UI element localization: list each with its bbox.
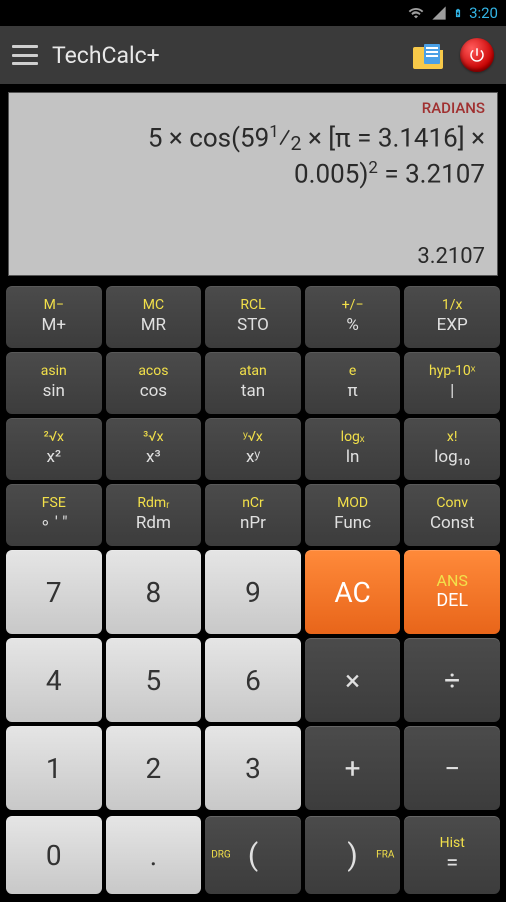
key-decimal[interactable]: . [106,816,202,894]
key-close-paren[interactable]: )FRA [305,816,401,894]
key-sto[interactable]: RCLSTO [205,286,301,348]
key-pi[interactable]: eπ [305,352,401,414]
folder-icon[interactable] [412,39,446,71]
key-divide[interactable]: ÷ [404,638,500,722]
key-sin[interactable]: asinsin [6,352,102,414]
key-5[interactable]: 5 [106,638,202,722]
result: 3.2107 [417,244,485,269]
clock: 3:20 [469,4,498,22]
key-func[interactable]: MODFunc [305,484,401,546]
power-icon[interactable] [460,38,494,72]
key-0[interactable]: 0 [6,816,102,894]
key-mr[interactable]: MCMR [106,286,202,348]
battery-icon [453,4,463,22]
key-abs[interactable]: hyp-10ˣ| [404,352,500,414]
wifi-icon [407,5,425,21]
key-ln[interactable]: logₓln [305,418,401,480]
key-ac[interactable]: AC [305,550,401,634]
key-mplus[interactable]: M−M+ [6,286,102,348]
bottom-row: 0 . DRG( )FRA Hist= [0,816,506,902]
key-npr[interactable]: nCrnPr [205,484,301,546]
key-x3[interactable]: ³√xx³ [106,418,202,480]
app-title: TechCalc+ [52,42,398,69]
app-bar: TechCalc+ [0,26,506,84]
numeric-pad: 7 8 9 AC ANSDEL 4 5 6 × ÷ 1 2 3 + − [0,550,506,816]
key-dms[interactable]: FSE∘ ′ ″ [6,484,102,546]
key-equals[interactable]: Hist= [404,816,500,894]
key-4[interactable]: 4 [6,638,102,722]
key-6[interactable]: 6 [205,638,301,722]
key-open-paren[interactable]: DRG( [205,816,301,894]
signal-icon [431,5,447,21]
key-xy[interactable]: ʸ√xxʸ [205,418,301,480]
key-7[interactable]: 7 [6,550,102,634]
menu-icon[interactable] [12,45,38,65]
key-3[interactable]: 3 [205,726,301,810]
function-keys: M−M+ MCMR RCLSTO +/−% 1/xEXP asinsin aco… [0,282,506,550]
key-2[interactable]: 2 [106,726,202,810]
key-rdm[interactable]: RdmᵣRdm [106,484,202,546]
key-ans-del[interactable]: ANSDEL [404,550,500,634]
key-percent[interactable]: +/−% [305,286,401,348]
key-1[interactable]: 1 [6,726,102,810]
key-multiply[interactable]: × [305,638,401,722]
key-9[interactable]: 9 [205,550,301,634]
key-x2[interactable]: ²√xx² [6,418,102,480]
display-area: RADIANS 5 × cos(591⁄2 × [π = 3.1416] ×0.… [8,92,498,276]
key-cos[interactable]: acoscos [106,352,202,414]
angle-mode: RADIANS [422,99,485,117]
key-8[interactable]: 8 [106,550,202,634]
key-tan[interactable]: atantan [205,352,301,414]
key-exp[interactable]: 1/xEXP [404,286,500,348]
status-bar: 3:20 [0,0,506,26]
key-minus[interactable]: − [404,726,500,810]
expression: 5 × cos(591⁄2 × [π = 3.1416] ×0.005)2 = … [21,121,485,193]
key-const[interactable]: ConvConst [404,484,500,546]
key-log10[interactable]: x!log₁₀ [404,418,500,480]
key-plus[interactable]: + [305,726,401,810]
